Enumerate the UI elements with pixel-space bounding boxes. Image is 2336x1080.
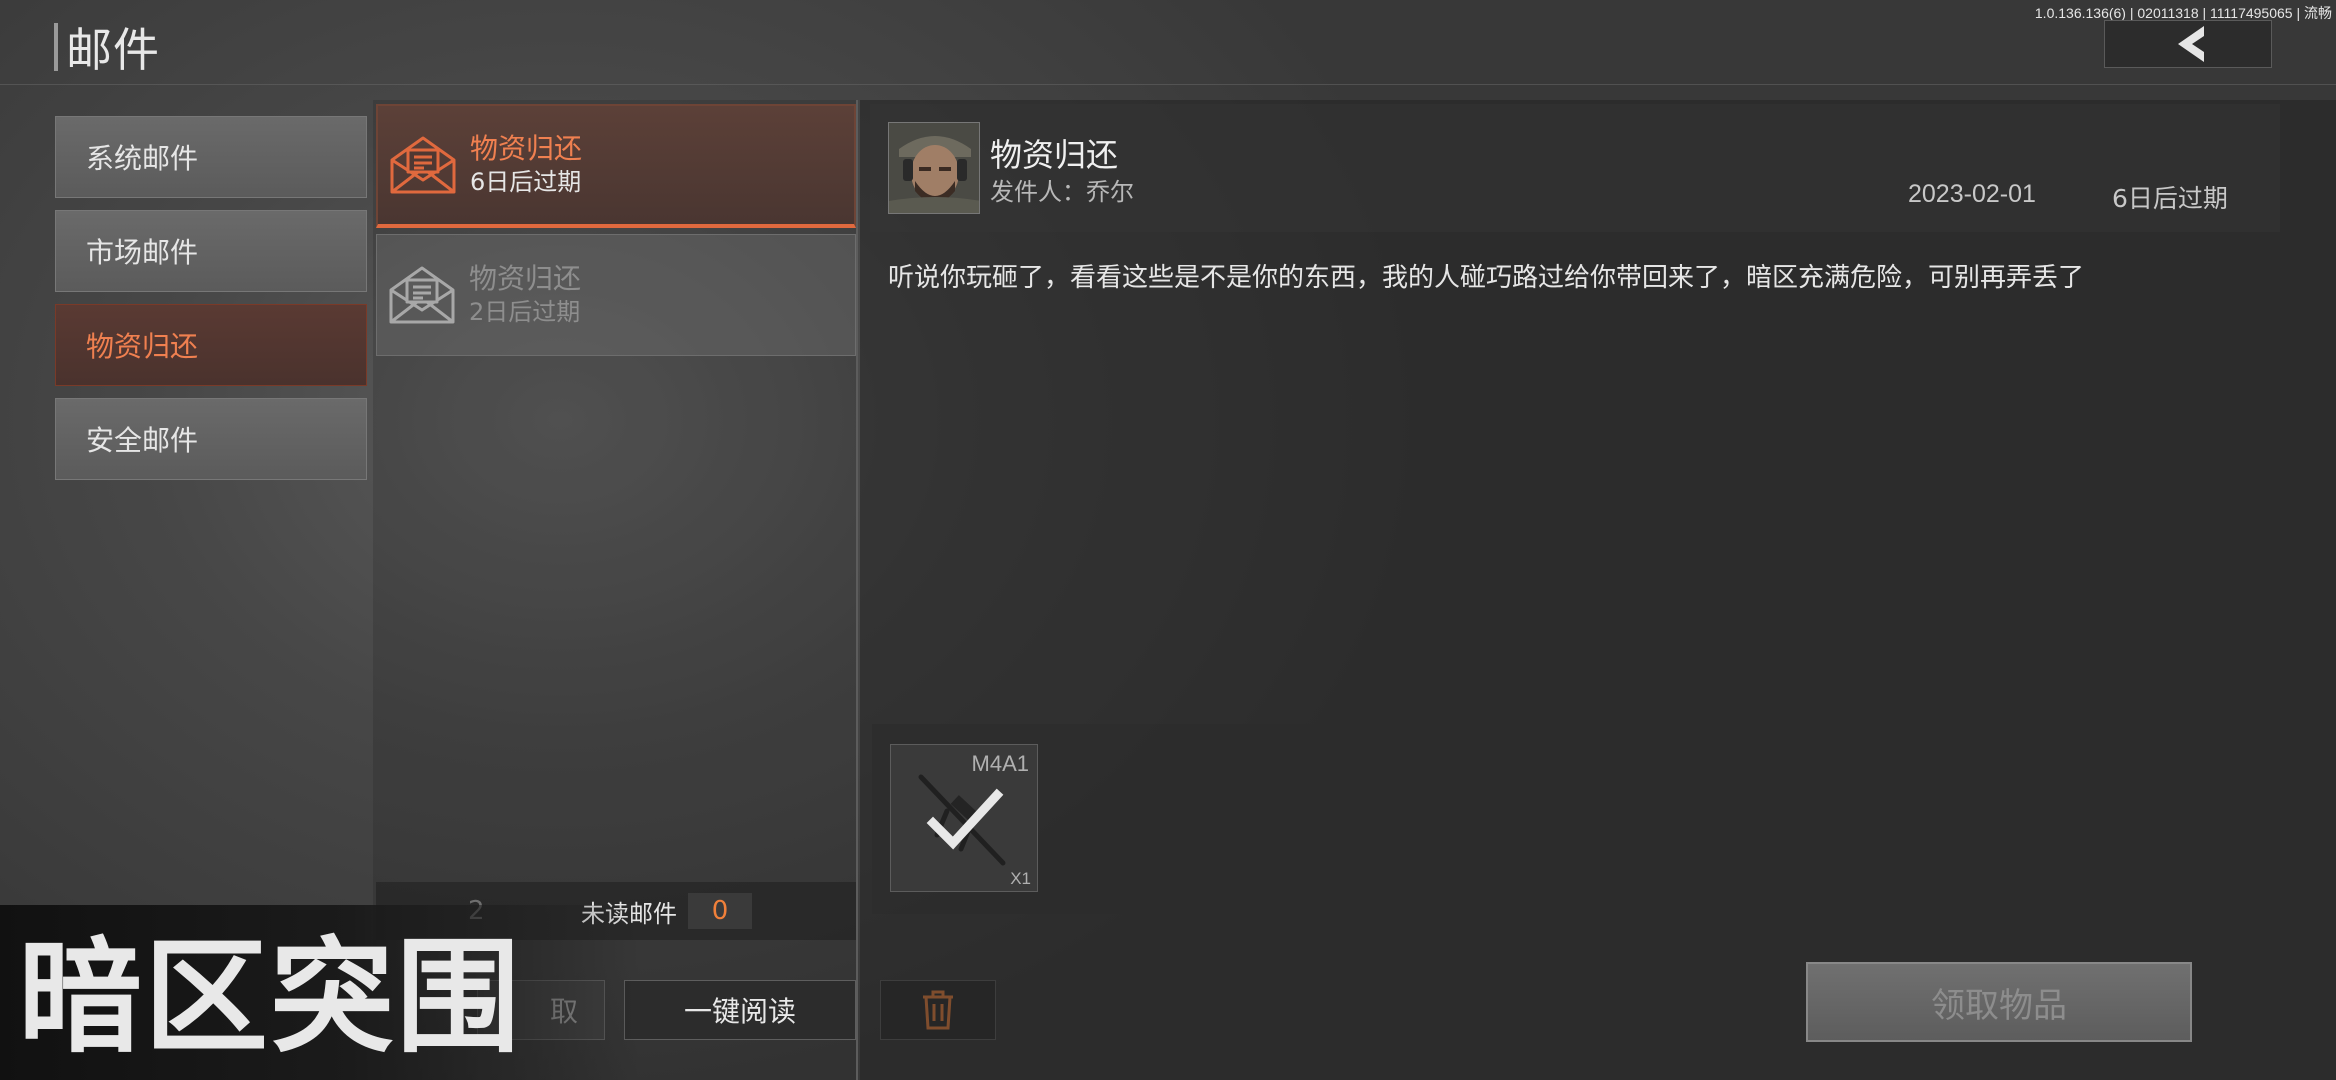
sender-avatar <box>888 122 980 214</box>
title-accent-bar <box>54 23 58 71</box>
mail-detail-title: 物资归还 <box>990 136 1119 174</box>
item-quantity: X1 <box>1010 869 1031 888</box>
sender-portrait <box>889 123 979 213</box>
mail-date: 2023-02-01 <box>1908 180 2036 208</box>
item-name: M4A1 <box>971 751 1029 776</box>
unread-count-badge: 0 <box>688 893 752 929</box>
header-divider <box>0 84 2336 85</box>
category-system-mail[interactable]: 系统邮件 <box>55 116 367 198</box>
attachment-area <box>872 724 2282 914</box>
category-supply-return[interactable]: 物资归还 <box>55 304 367 386</box>
claim-items-label: 领取物品 <box>1931 985 2067 1026</box>
mail-detail-expiry: 6日后过期 <box>2112 184 2228 213</box>
category-label: 安全邮件 <box>86 424 199 457</box>
category-label: 市场邮件 <box>86 236 199 269</box>
mail-sender: 发件人： 乔尔 <box>990 172 1134 207</box>
back-arrow-icon <box>2178 26 2204 62</box>
sender-name: 乔尔 <box>1086 178 1134 206</box>
mail-detail-panel <box>860 100 2336 1080</box>
read-all-label: 一键阅读 <box>683 995 796 1028</box>
page-title-text: 邮件 <box>66 23 160 77</box>
sender-label: 发件人： <box>990 178 1086 206</box>
category-label: 系统邮件 <box>86 142 199 175</box>
read-all-button[interactable]: 一键阅读 <box>624 980 856 1040</box>
mail-expiry: 6日后过期 <box>470 168 582 196</box>
open-envelope-icon <box>390 136 456 194</box>
category-security-mail[interactable]: 安全邮件 <box>55 398 367 480</box>
game-logo-text: 暗区突围 <box>18 926 522 1062</box>
mail-body: 听说你玩砸了，看看这些是不是你的东西，我的人碰巧路过给你带回来了，暗区充满危险，… <box>888 263 2085 293</box>
open-envelope-icon <box>389 266 455 324</box>
back-button[interactable] <box>2104 20 2272 68</box>
mail-item-selected[interactable]: 物资归还 6日后过期 <box>376 104 856 228</box>
mail-title: 物资归还 <box>470 132 583 165</box>
mail-expiry: 2日后过期 <box>469 298 581 326</box>
category-market-mail[interactable]: 市场邮件 <box>55 210 367 292</box>
category-label: 物资归还 <box>86 330 199 363</box>
game-logo: 暗区突围 <box>18 926 522 1062</box>
page-title: 邮件 <box>54 22 160 77</box>
mail-title: 物资归还 <box>469 262 582 295</box>
mail-item[interactable]: 物资归还 2日后过期 <box>376 234 856 356</box>
attachment-item[interactable]: M4A1 X1 <box>890 744 1038 892</box>
claim-items-button[interactable]: 领取物品 <box>1806 962 2192 1042</box>
